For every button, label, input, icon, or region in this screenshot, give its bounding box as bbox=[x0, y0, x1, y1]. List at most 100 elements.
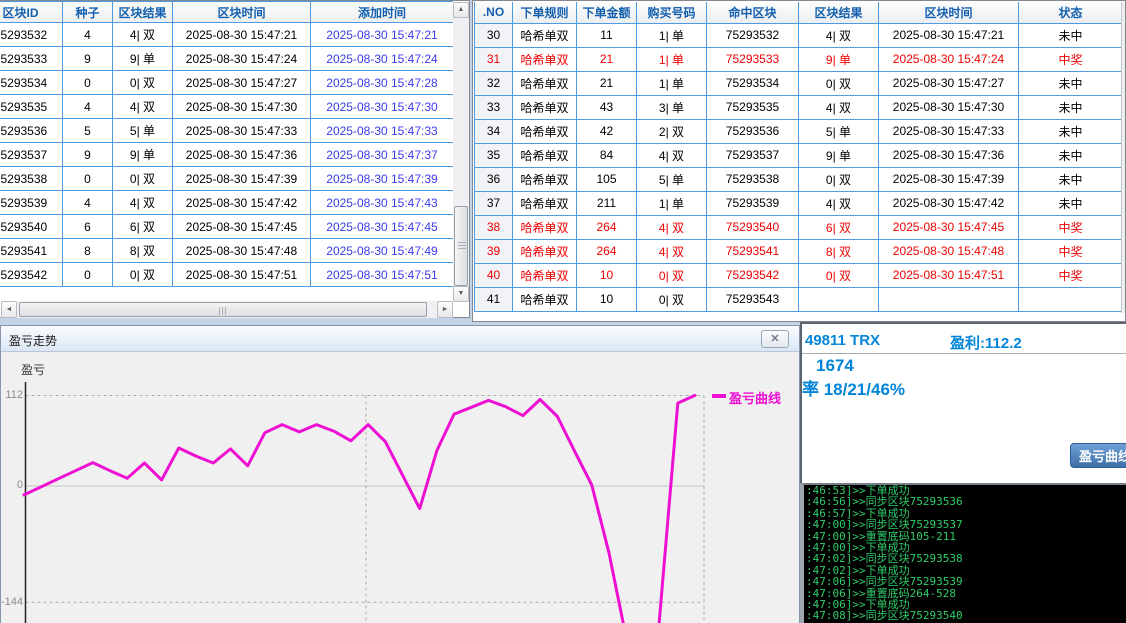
table-cell: 5| 单 bbox=[799, 119, 879, 143]
chart-window-titlebar[interactable]: 盈亏走势 ✕ bbox=[1, 326, 799, 352]
table-cell: 4| 双 bbox=[799, 95, 879, 119]
column-header[interactable]: 区块时间 bbox=[879, 2, 1019, 23]
orders-vertical-scrollbar[interactable] bbox=[1121, 2, 1125, 313]
column-header[interactable]: 区块结果 bbox=[113, 2, 173, 23]
scroll-down-button[interactable]: ▼ bbox=[453, 286, 469, 302]
table-cell: 2025-08-30 15:47:21 bbox=[311, 23, 454, 47]
table-cell bbox=[1019, 287, 1123, 311]
table-row[interactable]: 7529353800| 双2025-08-30 15:47:392025-08-… bbox=[0, 167, 453, 191]
table-cell: 2025-08-30 15:47:51 bbox=[311, 263, 454, 287]
table-cell: 哈希单双 bbox=[513, 95, 577, 119]
table-cell: 75293542 bbox=[707, 263, 799, 287]
table-row[interactable]: 7529353244| 双2025-08-30 15:47:212025-08-… bbox=[0, 23, 453, 47]
table-cell: 未中 bbox=[1019, 71, 1123, 95]
table-cell bbox=[879, 287, 1019, 311]
table-row[interactable]: 33哈希单双433| 单752935354| 双2025-08-30 15:47… bbox=[475, 95, 1123, 119]
table-cell: 哈希单双 bbox=[513, 47, 577, 71]
column-header[interactable]: 添加时间 bbox=[311, 2, 454, 23]
table-cell: 0 bbox=[63, 167, 113, 191]
log-console[interactable]: :46:53]>>下单成功:46:56]>>同步区块75293536:46:57… bbox=[800, 483, 1126, 623]
blocks-table-header-row: 区块ID种子区块结果区块时间添加时间 bbox=[0, 2, 453, 23]
table-cell: 9| 单 bbox=[113, 143, 173, 167]
table-cell: 75293539 bbox=[0, 191, 63, 215]
scroll-right-button[interactable]: ► bbox=[437, 301, 453, 318]
table-cell: 75293538 bbox=[0, 167, 63, 191]
table-cell: 30 bbox=[475, 23, 513, 47]
table-cell: 2025-08-30 15:47:48 bbox=[879, 239, 1019, 263]
table-cell: 75293540 bbox=[0, 215, 63, 239]
table-row[interactable]: 7529353655| 单2025-08-30 15:47:332025-08-… bbox=[0, 119, 453, 143]
blocks-horizontal-scrollbar[interactable]: ◄ ► bbox=[1, 301, 453, 318]
column-header[interactable]: 种子 bbox=[63, 2, 113, 23]
table-row[interactable]: 7529354200| 双2025-08-30 15:47:512025-08-… bbox=[0, 263, 453, 287]
scroll-up-button[interactable]: ▲ bbox=[453, 2, 469, 18]
table-row[interactable]: 37哈希单双2111| 单752935394| 双2025-08-30 15:4… bbox=[475, 191, 1123, 215]
table-row[interactable]: 31哈希单双211| 单752935339| 单2025-08-30 15:47… bbox=[475, 47, 1123, 71]
table-cell: 0| 双 bbox=[799, 71, 879, 95]
table-row[interactable]: 32哈希单双211| 单752935340| 双2025-08-30 15:47… bbox=[475, 71, 1123, 95]
table-row[interactable]: 41哈希单双100| 双75293543 bbox=[475, 287, 1123, 311]
profit-curve-button[interactable]: 盈亏曲线 bbox=[1070, 443, 1126, 468]
table-cell: 哈希单双 bbox=[513, 71, 577, 95]
table-row[interactable]: 7529353799| 单2025-08-30 15:47:362025-08-… bbox=[0, 143, 453, 167]
table-cell: 4| 双 bbox=[799, 23, 879, 47]
table-row[interactable]: 7529353944| 双2025-08-30 15:47:422025-08-… bbox=[0, 191, 453, 215]
table-cell: 75293540 bbox=[707, 215, 799, 239]
vertical-scrollbar-thumb[interactable] bbox=[454, 206, 468, 286]
win-rate: 率 18/21/46% bbox=[802, 375, 905, 400]
log-lines: :46:53]>>下单成功:46:56]>>同步区块75293536:46:57… bbox=[804, 485, 1126, 622]
table-cell: 75293534 bbox=[0, 71, 63, 95]
blocks-vertical-scrollbar[interactable]: ▲ ▼ bbox=[453, 2, 469, 302]
table-row[interactable]: 38哈希单双2644| 双752935406| 双2025-08-30 15:4… bbox=[475, 215, 1123, 239]
column-header[interactable]: .NO bbox=[475, 2, 513, 23]
table-cell: 2| 双 bbox=[637, 119, 707, 143]
horizontal-scrollbar-thumb[interactable] bbox=[19, 302, 427, 317]
table-cell: 9 bbox=[63, 47, 113, 71]
table-cell: 40 bbox=[475, 263, 513, 287]
table-cell: 75293535 bbox=[707, 95, 799, 119]
table-row[interactable]: 39哈希单双2644| 双752935418| 双2025-08-30 15:4… bbox=[475, 239, 1123, 263]
table-row[interactable]: 34哈希单双422| 双752935365| 单2025-08-30 15:47… bbox=[475, 119, 1123, 143]
stats-panel: 49811 TRX 盈利:112.2 1674 率 18/21/46% 盈亏曲线 bbox=[800, 322, 1126, 483]
table-cell: 36 bbox=[475, 167, 513, 191]
table-cell: 1| 单 bbox=[637, 71, 707, 95]
column-header[interactable]: 区块结果 bbox=[799, 2, 879, 23]
chart-window-title: 盈亏走势 bbox=[9, 332, 57, 349]
table-row[interactable]: 36哈希单双1055| 单752935380| 双2025-08-30 15:4… bbox=[475, 167, 1123, 191]
profit-line-chart bbox=[1, 352, 801, 623]
scroll-left-button[interactable]: ◄ bbox=[1, 301, 17, 318]
table-cell: 4 bbox=[63, 191, 113, 215]
column-header[interactable]: 购买号码 bbox=[637, 2, 707, 23]
table-cell: 4 bbox=[63, 95, 113, 119]
table-row[interactable]: 7529353399| 单2025-08-30 15:47:242025-08-… bbox=[0, 47, 453, 71]
table-row[interactable]: 7529354066| 双2025-08-30 15:47:452025-08-… bbox=[0, 215, 453, 239]
table-row[interactable]: 7529353400| 双2025-08-30 15:47:272025-08-… bbox=[0, 71, 453, 95]
table-cell: 哈希单双 bbox=[513, 119, 577, 143]
column-header[interactable]: 区块时间 bbox=[173, 2, 311, 23]
profit-value: 盈利:112.2 bbox=[950, 332, 1022, 353]
column-header[interactable]: 状态 bbox=[1019, 2, 1123, 23]
column-header[interactable]: 下单金额 bbox=[577, 2, 637, 23]
column-header[interactable]: 下单规则 bbox=[513, 2, 577, 23]
table-cell: 43 bbox=[577, 95, 637, 119]
table-row[interactable]: 7529354188| 双2025-08-30 15:47:482025-08-… bbox=[0, 239, 453, 263]
table-cell: 75293535 bbox=[0, 95, 63, 119]
table-row[interactable]: 7529353544| 双2025-08-30 15:47:302025-08-… bbox=[0, 95, 453, 119]
table-cell: 75293541 bbox=[707, 239, 799, 263]
table-cell: 哈希单双 bbox=[513, 23, 577, 47]
table-row[interactable]: 40哈希单双100| 双752935420| 双2025-08-30 15:47… bbox=[475, 263, 1123, 287]
table-cell: 2025-08-30 15:47:33 bbox=[173, 119, 311, 143]
blocks-table: 区块ID种子区块结果区块时间添加时间 7529353244| 双2025-08-… bbox=[0, 1, 453, 287]
table-row[interactable]: 30哈希单双111| 单752935324| 双2025-08-30 15:47… bbox=[475, 23, 1123, 47]
table-cell: 0 bbox=[63, 263, 113, 287]
table-cell: 34 bbox=[475, 119, 513, 143]
table-cell: 75293536 bbox=[0, 119, 63, 143]
table-cell: 2025-08-30 15:47:36 bbox=[173, 143, 311, 167]
close-icon[interactable]: ✕ bbox=[761, 330, 789, 348]
table-cell: 4| 双 bbox=[799, 191, 879, 215]
table-cell: 4| 双 bbox=[113, 191, 173, 215]
column-header[interactable]: 命中区块 bbox=[707, 2, 799, 23]
table-row[interactable]: 35哈希单双844| 双752935379| 单2025-08-30 15:47… bbox=[475, 143, 1123, 167]
column-header[interactable]: 区块ID bbox=[0, 2, 63, 23]
table-cell: 31 bbox=[475, 47, 513, 71]
